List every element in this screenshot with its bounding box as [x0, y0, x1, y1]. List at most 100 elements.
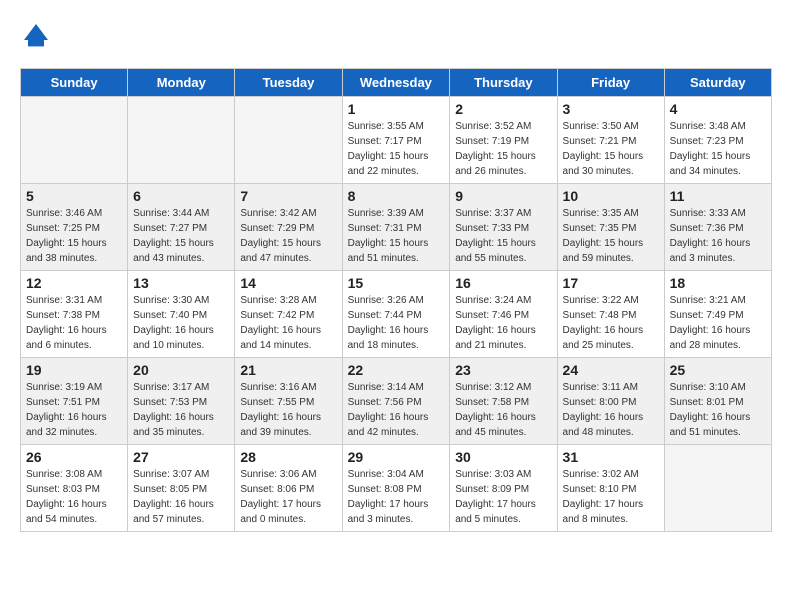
calendar-week-row: 12Sunrise: 3:31 AM Sunset: 7:38 PM Dayli… — [21, 271, 772, 358]
day-number: 2 — [455, 101, 551, 117]
calendar-week-row: 5 Sunrise: 3:46 AM Sunset: 7:25 PM Daylig… — [21, 184, 772, 271]
calendar-week-row: 19 Sunrise: 3:19 AM Sunset: 7:51 PM Dayli… — [21, 358, 772, 445]
table-row: 30 Sunrise: 3:03 AM Sunset: 8:09 PM Dayli… — [450, 445, 557, 532]
day-info: Sunrise: 3:24 AM Sunset: 7:46 PM Dayligh… — [455, 293, 551, 353]
table-row: 20 Sunrise: 3:17 AM Sunset: 7:53 PM Dayli… — [128, 358, 235, 445]
day-info: Sunrise: 3:07 AM Sunset: 8:05 PM Dayligh… — [133, 467, 229, 527]
day-info: Sunrise: 3:11 AM Sunset: 8:00 PM Dayligh… — [563, 380, 659, 440]
day-number: 23 — [455, 362, 551, 378]
table-row: 8 Sunrise: 3:39 AM Sunset: 7:31 PM Daylig… — [342, 184, 450, 271]
day-info: Sunrise: 3:42 AM Sunset: 7:29 PM Dayligh… — [240, 206, 336, 266]
day-number: 26 — [26, 449, 122, 465]
calendar-header-row: SundayMondayTuesdayWednesdayThursdayFrid… — [21, 69, 772, 97]
day-number: 3 — [563, 101, 659, 117]
day-info: Sunrise: 3:02 AM Sunset: 8:10 PM Dayligh… — [563, 467, 659, 527]
day-number: 8 — [348, 188, 445, 204]
day-number: 21 — [240, 362, 336, 378]
table-row: 10 Sunrise: 3:35 AM Sunset: 7:35 PM Dayli… — [557, 184, 664, 271]
day-info: Sunrise: 3:35 AM Sunset: 7:35 PM Dayligh… — [563, 206, 659, 266]
calendar-week-row: 1 Sunrise: 3:55 AM Sunset: 7:17 PM Daylig… — [21, 97, 772, 184]
table-row: 12Sunrise: 3:31 AM Sunset: 7:38 PM Dayli… — [21, 271, 128, 358]
table-row: 5 Sunrise: 3:46 AM Sunset: 7:25 PM Daylig… — [21, 184, 128, 271]
table-row: 6 Sunrise: 3:44 AM Sunset: 7:27 PM Daylig… — [128, 184, 235, 271]
day-info: Sunrise: 3:26 AM Sunset: 7:44 PM Dayligh… — [348, 293, 445, 353]
day-info: Sunrise: 3:33 AM Sunset: 7:36 PM Dayligh… — [670, 206, 766, 266]
table-row — [128, 97, 235, 184]
day-info: Sunrise: 3:52 AM Sunset: 7:19 PM Dayligh… — [455, 119, 551, 179]
day-header-thursday: Thursday — [450, 69, 557, 97]
day-number: 10 — [563, 188, 659, 204]
day-number: 24 — [563, 362, 659, 378]
day-info: Sunrise: 3:37 AM Sunset: 7:33 PM Dayligh… — [455, 206, 551, 266]
table-row: 22Sunrise: 3:14 AM Sunset: 7:56 PM Dayli… — [342, 358, 450, 445]
table-row: 14Sunrise: 3:28 AM Sunset: 7:42 PM Dayli… — [235, 271, 342, 358]
table-row — [664, 445, 771, 532]
day-number: 7 — [240, 188, 336, 204]
day-info: Sunrise: 3:06 AM Sunset: 8:06 PM Dayligh… — [240, 467, 336, 527]
table-row: 28 Sunrise: 3:06 AM Sunset: 8:06 PM Dayli… — [235, 445, 342, 532]
day-number: 6 — [133, 188, 229, 204]
day-info: Sunrise: 3:17 AM Sunset: 7:53 PM Dayligh… — [133, 380, 229, 440]
table-row: 9 Sunrise: 3:37 AM Sunset: 7:33 PM Daylig… — [450, 184, 557, 271]
table-row — [21, 97, 128, 184]
day-number: 27 — [133, 449, 229, 465]
day-info: Sunrise: 3:16 AM Sunset: 7:55 PM Dayligh… — [240, 380, 336, 440]
day-header-monday: Monday — [128, 69, 235, 97]
table-row: 16 Sunrise: 3:24 AM Sunset: 7:46 PM Dayli… — [450, 271, 557, 358]
day-number: 9 — [455, 188, 551, 204]
day-header-sunday: Sunday — [21, 69, 128, 97]
day-number: 20 — [133, 362, 229, 378]
day-number: 17 — [563, 275, 659, 291]
day-info: Sunrise: 3:21 AM Sunset: 7:49 PM Dayligh… — [670, 293, 766, 353]
day-header-saturday: Saturday — [664, 69, 771, 97]
table-row: 1 Sunrise: 3:55 AM Sunset: 7:17 PM Daylig… — [342, 97, 450, 184]
day-info: Sunrise: 3:19 AM Sunset: 7:51 PM Dayligh… — [26, 380, 122, 440]
day-info: Sunrise: 3:48 AM Sunset: 7:23 PM Dayligh… — [670, 119, 766, 179]
day-info: Sunrise: 3:03 AM Sunset: 8:09 PM Dayligh… — [455, 467, 551, 527]
table-row: 25Sunrise: 3:10 AM Sunset: 8:01 PM Dayli… — [664, 358, 771, 445]
table-row: 15 Sunrise: 3:26 AM Sunset: 7:44 PM Dayli… — [342, 271, 450, 358]
day-info: Sunrise: 3:14 AM Sunset: 7:56 PM Dayligh… — [348, 380, 445, 440]
day-info: Sunrise: 3:50 AM Sunset: 7:21 PM Dayligh… — [563, 119, 659, 179]
day-number: 4 — [670, 101, 766, 117]
day-info: Sunrise: 3:10 AM Sunset: 8:01 PM Dayligh… — [670, 380, 766, 440]
table-row: 26 Sunrise: 3:08 AM Sunset: 8:03 PM Dayli… — [21, 445, 128, 532]
table-row: 17Sunrise: 3:22 AM Sunset: 7:48 PM Dayli… — [557, 271, 664, 358]
day-info: Sunrise: 3:44 AM Sunset: 7:27 PM Dayligh… — [133, 206, 229, 266]
day-header-wednesday: Wednesday — [342, 69, 450, 97]
day-number: 16 — [455, 275, 551, 291]
day-info: Sunrise: 3:46 AM Sunset: 7:25 PM Dayligh… — [26, 206, 122, 266]
table-row: 3 Sunrise: 3:50 AM Sunset: 7:21 PM Daylig… — [557, 97, 664, 184]
day-number: 19 — [26, 362, 122, 378]
day-number: 13 — [133, 275, 229, 291]
logo-icon — [20, 20, 52, 52]
day-number: 5 — [26, 188, 122, 204]
day-info: Sunrise: 3:55 AM Sunset: 7:17 PM Dayligh… — [348, 119, 445, 179]
day-number: 28 — [240, 449, 336, 465]
day-info: Sunrise: 3:12 AM Sunset: 7:58 PM Dayligh… — [455, 380, 551, 440]
day-info: Sunrise: 3:28 AM Sunset: 7:42 PM Dayligh… — [240, 293, 336, 353]
day-number: 29 — [348, 449, 445, 465]
page-header — [20, 20, 772, 52]
table-row: 29 Sunrise: 3:04 AM Sunset: 8:08 PM Dayli… — [342, 445, 450, 532]
table-row: 21 Sunrise: 3:16 AM Sunset: 7:55 PM Dayli… — [235, 358, 342, 445]
table-row: 27 Sunrise: 3:07 AM Sunset: 8:05 PM Dayli… — [128, 445, 235, 532]
day-number: 30 — [455, 449, 551, 465]
day-number: 12 — [26, 275, 122, 291]
table-row: 4 Sunrise: 3:48 AM Sunset: 7:23 PM Daylig… — [664, 97, 771, 184]
day-number: 15 — [348, 275, 445, 291]
table-row: 2 Sunrise: 3:52 AM Sunset: 7:19 PM Daylig… — [450, 97, 557, 184]
table-row: 11Sunrise: 3:33 AM Sunset: 7:36 PM Dayli… — [664, 184, 771, 271]
table-row: 23 Sunrise: 3:12 AM Sunset: 7:58 PM Dayli… — [450, 358, 557, 445]
calendar-week-row: 26 Sunrise: 3:08 AM Sunset: 8:03 PM Dayli… — [21, 445, 772, 532]
table-row: 19 Sunrise: 3:19 AM Sunset: 7:51 PM Dayli… — [21, 358, 128, 445]
day-header-tuesday: Tuesday — [235, 69, 342, 97]
table-row: 7 Sunrise: 3:42 AM Sunset: 7:29 PM Daylig… — [235, 184, 342, 271]
table-row: 31Sunrise: 3:02 AM Sunset: 8:10 PM Dayli… — [557, 445, 664, 532]
day-info: Sunrise: 3:39 AM Sunset: 7:31 PM Dayligh… — [348, 206, 445, 266]
day-info: Sunrise: 3:04 AM Sunset: 8:08 PM Dayligh… — [348, 467, 445, 527]
day-number: 1 — [348, 101, 445, 117]
table-row — [235, 97, 342, 184]
day-number: 18 — [670, 275, 766, 291]
day-info: Sunrise: 3:08 AM Sunset: 8:03 PM Dayligh… — [26, 467, 122, 527]
